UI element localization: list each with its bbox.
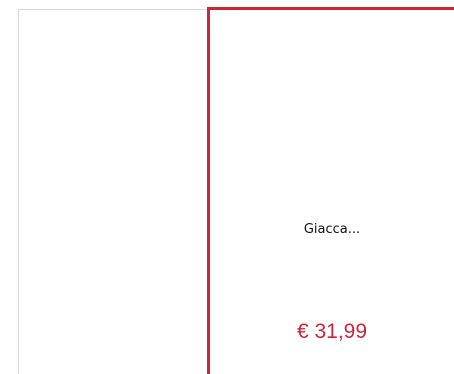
product-card[interactable]	[18, 9, 208, 374]
product-grid: Giacca... € 31,99	[0, 0, 454, 374]
product-card-selected[interactable]: Giacca... € 31,99	[207, 7, 454, 374]
product-name[interactable]: Giacca...	[210, 222, 454, 237]
product-price: € 31,99	[296, 320, 368, 343]
